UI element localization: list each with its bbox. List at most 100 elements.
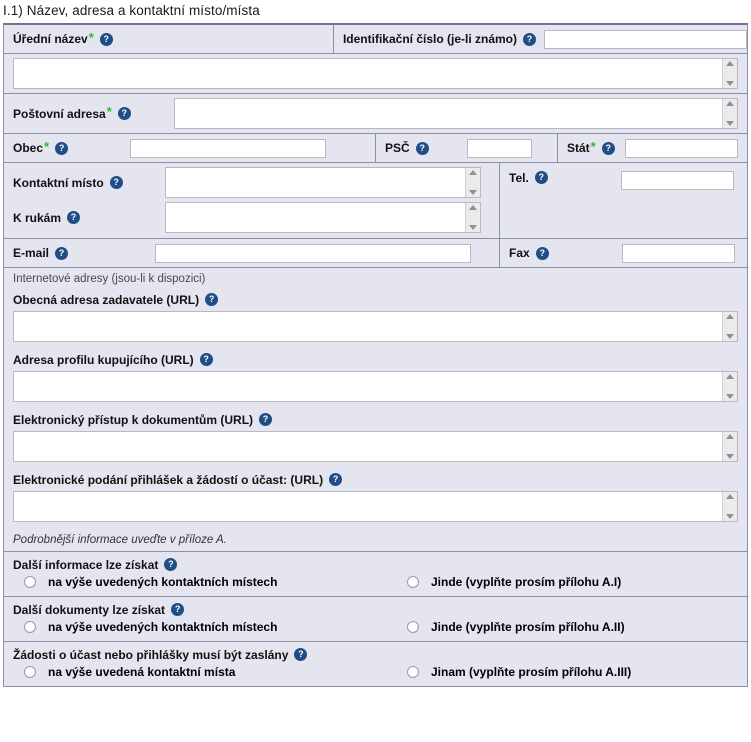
additional-documents-label: Další dokumenty lze získat? bbox=[13, 603, 738, 616]
general-address-textarea-body[interactable] bbox=[14, 312, 722, 341]
chevron-down-icon[interactable] bbox=[726, 394, 734, 399]
electronic-submission-label: Elektronické podání přihlášek a žádostí … bbox=[13, 473, 738, 486]
attention-of-textarea-body[interactable] bbox=[166, 203, 465, 232]
radio-button-icon[interactable] bbox=[407, 666, 419, 678]
fax-input[interactable] bbox=[621, 243, 735, 263]
chevron-up-icon[interactable] bbox=[469, 205, 477, 210]
help-icon[interactable]: ? bbox=[534, 171, 548, 184]
annex-footnote: Podrobnější informace uveďte v příloze A… bbox=[13, 534, 227, 546]
radio-option-contact-points[interactable]: na výše uvedených kontaktních místech bbox=[13, 575, 404, 589]
chevron-down-icon[interactable] bbox=[726, 81, 734, 86]
chevron-down-icon[interactable] bbox=[726, 514, 734, 519]
postal-address-textarea[interactable] bbox=[174, 98, 738, 129]
required-star: * bbox=[590, 138, 596, 154]
postal-code-input[interactable] bbox=[466, 138, 532, 158]
help-icon[interactable]: ? bbox=[601, 141, 615, 155]
electronic-access-textarea[interactable] bbox=[13, 431, 738, 462]
electronic-submission-textarea[interactable] bbox=[13, 491, 738, 522]
attention-of-label: K rukám? bbox=[13, 211, 165, 224]
chevron-down-icon[interactable] bbox=[469, 225, 477, 230]
chevron-down-icon[interactable] bbox=[726, 334, 734, 339]
contact-block: Kontaktní místo? K rukám? bbox=[4, 163, 499, 238]
chevron-up-icon[interactable] bbox=[726, 494, 734, 499]
chevron-up-icon[interactable] bbox=[726, 61, 734, 66]
radio-button-icon[interactable] bbox=[24, 576, 36, 588]
city-input[interactable] bbox=[130, 138, 327, 158]
electronic-access-textarea-body[interactable] bbox=[14, 432, 722, 461]
email-input[interactable] bbox=[155, 243, 472, 263]
radio-button-icon[interactable] bbox=[24, 666, 36, 678]
chevron-up-icon[interactable] bbox=[726, 374, 734, 379]
chevron-down-icon[interactable] bbox=[469, 190, 477, 195]
identification-number-cell: Identifikační číslo (je-li známo)? bbox=[332, 25, 747, 53]
help-icon[interactable]: ? bbox=[329, 473, 343, 486]
help-icon[interactable]: ? bbox=[535, 246, 549, 260]
contact-point-scrollbar[interactable] bbox=[465, 168, 480, 197]
radio-option-elsewhere[interactable]: Jinde (vyplňte prosím přílohu A.I) bbox=[404, 575, 621, 589]
postal-address-scrollbar[interactable] bbox=[722, 99, 737, 128]
general-address-textarea[interactable] bbox=[13, 311, 738, 342]
electronic-access-scrollbar[interactable] bbox=[722, 432, 737, 461]
state-input[interactable] bbox=[624, 138, 738, 158]
help-icon[interactable]: ? bbox=[67, 211, 81, 224]
help-icon[interactable]: ? bbox=[109, 176, 123, 189]
applications-sent-to-label: Žádosti o účast nebo přihlášky musí být … bbox=[13, 648, 738, 661]
radio-button-icon[interactable] bbox=[24, 621, 36, 633]
postal-address-textarea-body[interactable] bbox=[175, 99, 722, 128]
chevron-up-icon[interactable] bbox=[469, 170, 477, 175]
chevron-up-icon[interactable] bbox=[726, 101, 734, 106]
contact-point-row: Kontaktní místo? bbox=[4, 163, 499, 200]
official-name-textarea[interactable] bbox=[13, 58, 738, 89]
general-address-scrollbar[interactable] bbox=[722, 312, 737, 341]
help-icon[interactable]: ? bbox=[164, 558, 178, 571]
radio-option-elsewhere[interactable]: Jinde (vyplňte prosím přílohu A.II) bbox=[404, 620, 625, 634]
identification-number-input[interactable] bbox=[544, 29, 747, 49]
help-icon[interactable]: ? bbox=[99, 32, 113, 46]
help-icon[interactable]: ? bbox=[205, 293, 219, 306]
official-name-textarea-body[interactable] bbox=[14, 59, 722, 88]
fax-cell: Fax? bbox=[499, 239, 747, 267]
buyer-profile-textarea[interactable] bbox=[13, 371, 738, 402]
radio-button-icon[interactable] bbox=[407, 576, 419, 588]
buyer-profile-textarea-body[interactable] bbox=[14, 372, 722, 401]
official-name-scrollbar[interactable] bbox=[722, 59, 737, 88]
electronic-submission-scrollbar[interactable] bbox=[722, 492, 737, 521]
help-icon[interactable]: ? bbox=[55, 141, 69, 155]
help-icon[interactable]: ? bbox=[117, 107, 131, 120]
chevron-down-icon[interactable] bbox=[726, 454, 734, 459]
radio-option-contact-points[interactable]: na výše uvedených kontaktních místech bbox=[13, 620, 404, 634]
chevron-up-icon[interactable] bbox=[726, 314, 734, 319]
chevron-down-icon[interactable] bbox=[726, 121, 734, 126]
help-icon[interactable]: ? bbox=[523, 32, 536, 46]
attention-of-scrollbar[interactable] bbox=[465, 203, 480, 232]
help-icon[interactable]: ? bbox=[171, 603, 185, 616]
row-postal-address: Poštovní adresa *? bbox=[4, 94, 747, 134]
radio-label: Jinde (vyplňte prosím přílohu A.I) bbox=[431, 575, 622, 589]
telephone-input[interactable] bbox=[620, 171, 734, 190]
help-icon[interactable]: ? bbox=[199, 353, 213, 366]
help-icon[interactable]: ? bbox=[415, 141, 429, 155]
radio-button-icon[interactable] bbox=[407, 621, 419, 633]
contact-point-textarea[interactable] bbox=[165, 167, 481, 198]
attention-of-textarea[interactable] bbox=[165, 202, 481, 233]
contact-point-label: Kontaktní místo? bbox=[13, 176, 165, 189]
radio-option-contact-points[interactable]: na výše uvedená kontaktní místa bbox=[13, 665, 404, 679]
help-icon[interactable]: ? bbox=[259, 413, 273, 426]
help-icon[interactable]: ? bbox=[55, 246, 69, 260]
state-cell: Stát *? bbox=[557, 134, 747, 162]
chevron-up-icon[interactable] bbox=[726, 434, 734, 439]
radio-group-additional-documents: Další dokumenty lze získat? na výše uved… bbox=[4, 597, 747, 641]
help-icon[interactable]: ? bbox=[294, 648, 308, 661]
row-official-name-header: Úřední název *? Identifikační číslo (je-l… bbox=[4, 25, 747, 54]
fax-label: Fax? bbox=[509, 246, 549, 260]
radio-option-elsewhere[interactable]: Jinam (vyplňte prosím přílohu A.III) bbox=[404, 665, 631, 679]
radio-group-additional-information: Další informace lze získat? na výše uved… bbox=[4, 552, 747, 596]
electronic-submission-textarea-body[interactable] bbox=[14, 492, 722, 521]
telephone-cell: Tel.? bbox=[499, 163, 747, 238]
postal-address-input-cell bbox=[174, 94, 747, 133]
buyer-profile-scrollbar[interactable] bbox=[722, 372, 737, 401]
row-additional-information: Další informace lze získat? na výše uved… bbox=[4, 552, 747, 597]
contact-point-textarea-body[interactable] bbox=[166, 168, 465, 197]
applications-sent-to-options: na výše uvedená kontaktní místa Jinam (v… bbox=[13, 665, 738, 679]
identification-number-label: Identifikační číslo (je-li známo)? bbox=[343, 32, 536, 46]
